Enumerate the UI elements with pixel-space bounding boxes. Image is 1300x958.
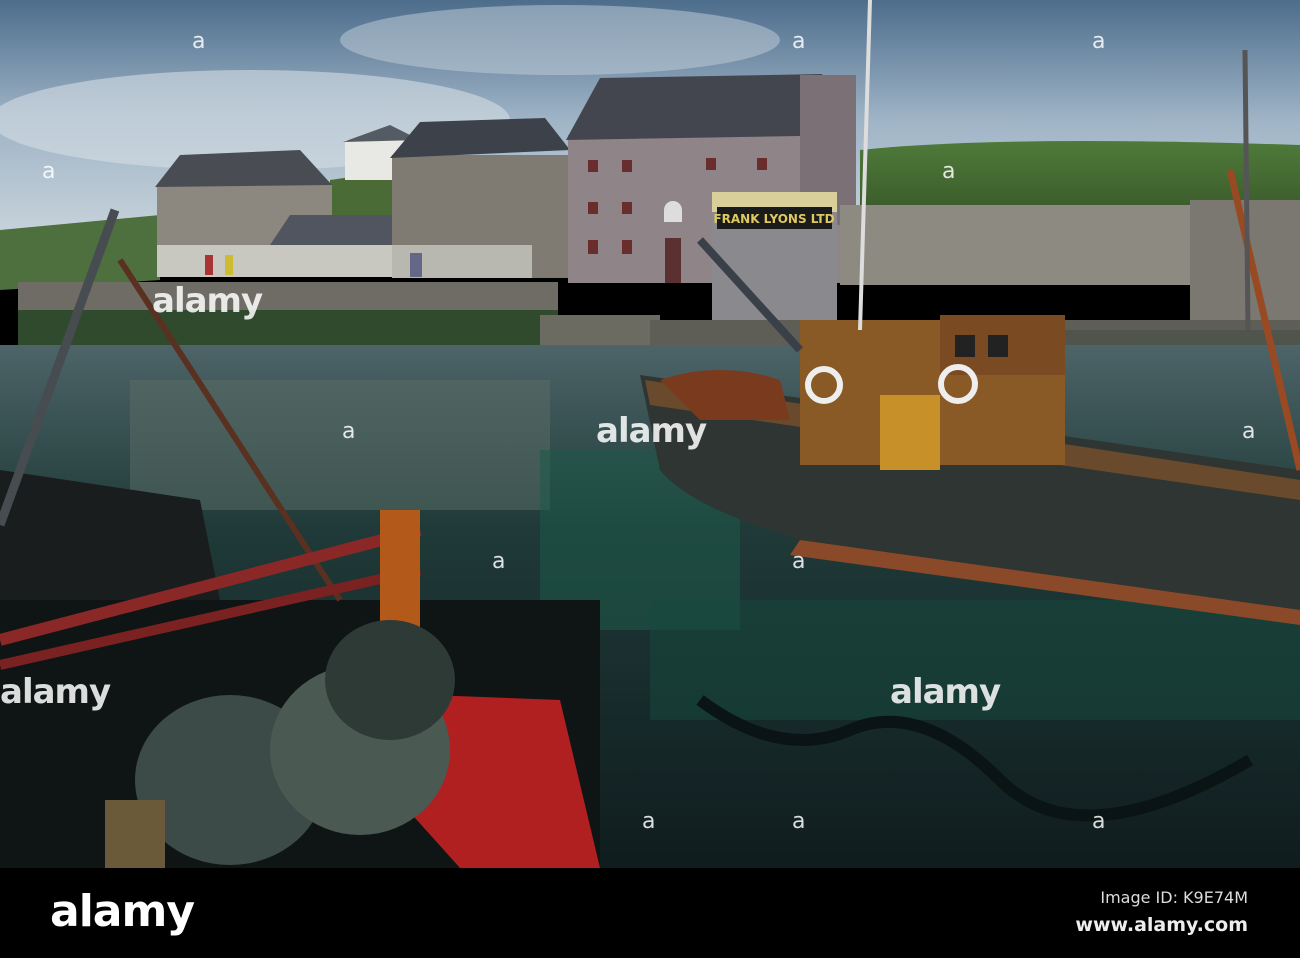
watermark-marker: a [942,159,955,184]
cloud [340,5,780,75]
watermark: alamy [890,672,1001,712]
watermark-marker: a [792,29,805,54]
watermark-marker: a [642,809,655,834]
watermark: alamy [0,672,111,712]
alamy-logo: alamy [50,886,195,937]
watermark-marker: a [792,809,805,834]
harbour-photo: FRANK LYONS LTD alamy alamy alamy alamy … [0,0,1300,868]
warehouse-middle [390,118,570,278]
watermark-marker: a [342,419,355,444]
building-sign: FRANK LYONS LTD [713,212,834,226]
sign-building: FRANK LYONS LTD [712,192,837,323]
image-id: Image ID: K9E74M [1100,888,1248,907]
website-link[interactable]: www.alamy.com [1075,914,1248,936]
watermark-marker: a [492,549,505,574]
watermark: alamy [152,281,263,321]
watermark-marker: a [1092,809,1105,834]
watermark-marker: a [792,549,805,574]
lamp-post [1242,49,1251,331]
watermark-marker: a [1242,419,1255,444]
watermark: alamy [596,411,707,451]
watermark-marker: a [1092,29,1105,54]
watermark-marker: a [42,159,55,184]
watermark-marker: a [192,29,205,54]
footer-bar: alamy Image ID: K9E74M www.alamy.com [0,868,1300,958]
fishing-net [325,620,455,740]
